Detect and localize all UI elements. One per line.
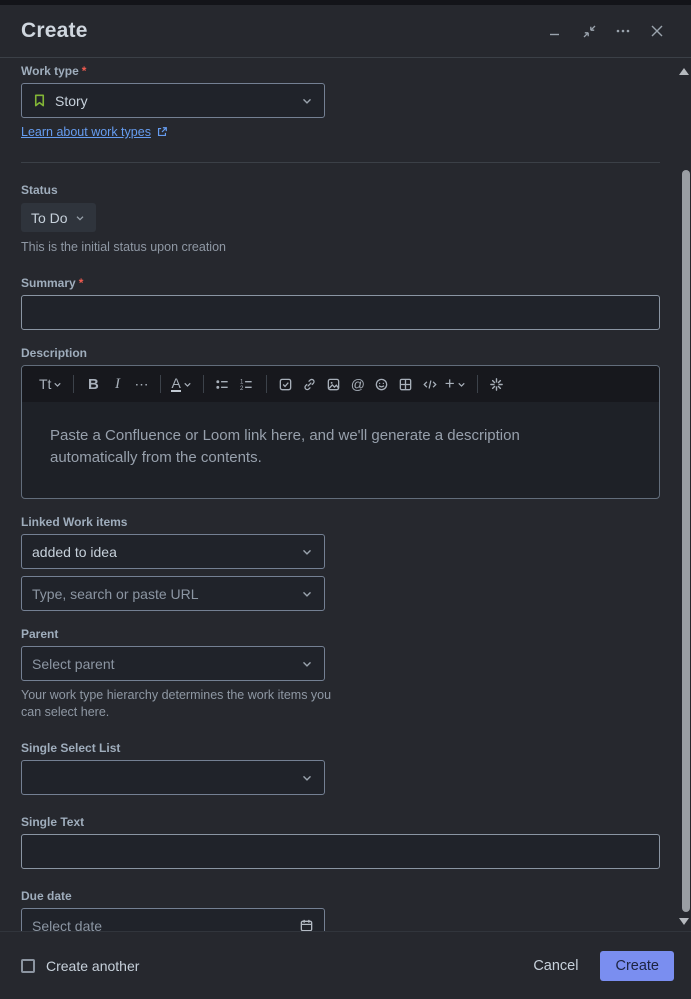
work-type-label: Work type * <box>21 64 87 78</box>
create-button[interactable]: Create <box>600 950 674 981</box>
image-icon <box>327 378 340 390</box>
status-helper-text: This is the initial status upon creation <box>21 240 226 254</box>
window-controls <box>543 19 669 43</box>
editor-toolbar: Tt B I ⋯ A 12 @ + <box>22 366 659 402</box>
dialog-footer: Create another Cancel Create <box>0 931 691 999</box>
chevron-down-icon <box>184 382 191 387</box>
minimize-icon <box>550 33 559 36</box>
svg-text:2: 2 <box>240 385 244 392</box>
status-select-button[interactable]: To Do <box>21 203 96 232</box>
table-icon <box>399 378 412 390</box>
status-value: To Do <box>31 209 68 226</box>
single-select-list-label: Single Select List <box>21 741 121 755</box>
chevron-down-icon <box>74 212 86 224</box>
external-link-icon <box>156 126 168 138</box>
due-date-label: Due date <box>21 889 72 903</box>
image-button[interactable] <box>322 371 346 397</box>
task-checkbox-icon <box>279 378 292 390</box>
summary-input[interactable] <box>21 295 660 330</box>
chevron-down-icon <box>300 587 314 601</box>
parent-select[interactable]: Select parent <box>21 646 325 681</box>
text-styles-button[interactable]: Tt <box>36 371 66 397</box>
code-icon <box>423 379 437 389</box>
chevron-down-icon <box>458 382 465 387</box>
link-type-select[interactable]: added to idea <box>21 534 325 569</box>
create-another-label: Create another <box>46 957 140 974</box>
numbered-list-icon: 12 <box>240 378 252 392</box>
close-button[interactable] <box>645 19 669 43</box>
more-options-button[interactable] <box>611 19 635 43</box>
insert-button[interactable]: + <box>442 371 470 397</box>
create-another-option[interactable]: Create another <box>21 958 139 974</box>
required-asterisk: * <box>81 64 87 78</box>
parent-placeholder: Select parent <box>32 655 115 672</box>
linked-work-items-label: Linked Work items <box>21 515 128 529</box>
table-button[interactable] <box>394 371 418 397</box>
learn-work-types-link[interactable]: Learn about work types <box>21 125 151 139</box>
linked-item-search-placeholder: Type, search or paste URL <box>32 585 199 602</box>
chevron-down-icon <box>300 657 314 671</box>
due-date-placeholder: Select date <box>32 917 103 932</box>
link-icon <box>304 378 315 390</box>
code-button[interactable] <box>418 371 442 397</box>
work-type-value: Story <box>55 92 88 109</box>
scrollbar-thumb[interactable] <box>682 170 690 912</box>
exit-fullscreen-icon <box>583 25 595 37</box>
linked-item-search-select[interactable]: Type, search or paste URL <box>21 576 325 611</box>
single-text-label: Single Text <box>21 815 85 829</box>
close-icon <box>651 25 663 37</box>
due-date-input[interactable]: Select date <box>21 908 325 931</box>
cancel-button[interactable]: Cancel <box>521 952 590 980</box>
emoji-button[interactable] <box>370 371 394 397</box>
toolbar-divider <box>476 375 478 393</box>
section-divider <box>21 162 660 163</box>
scrollbar-down-arrow[interactable] <box>679 918 689 925</box>
chevron-down-icon <box>300 94 314 108</box>
calendar-icon <box>299 918 314 931</box>
chevron-down-icon <box>54 382 62 387</box>
parent-label: Parent <box>21 627 59 641</box>
chevron-down-icon <box>300 545 314 559</box>
form-scroll-area: Work type * Story Learn about work types… <box>0 57 691 931</box>
link-type-value: added to idea <box>32 543 117 560</box>
task-list-button[interactable] <box>274 371 298 397</box>
text-color-button[interactable]: A <box>168 371 195 397</box>
single-select-list-select[interactable] <box>21 760 325 795</box>
single-text-input[interactable] <box>21 834 660 869</box>
story-bookmark-icon <box>34 94 45 107</box>
work-type-select[interactable]: Story <box>21 83 325 118</box>
chevron-down-icon <box>300 771 314 785</box>
create-another-checkbox[interactable] <box>21 958 35 973</box>
dialog-title: Create <box>21 19 88 42</box>
numbered-list-button[interactable]: 12 <box>235 371 259 397</box>
summary-label: Summary * <box>21 276 84 290</box>
parent-helper-text: Your work type hierarchy determines the … <box>21 688 332 719</box>
ai-sparkle-icon <box>490 377 504 391</box>
minimize-button[interactable] <box>543 19 567 43</box>
description-label: Description <box>21 346 88 360</box>
more-options-icon <box>616 29 630 33</box>
description-editor: Tt B I ⋯ A 12 @ + Paste a Confluence or … <box>21 365 660 499</box>
more-formatting-button[interactable]: ⋯ <box>129 371 153 397</box>
exit-fullscreen-button[interactable] <box>577 19 601 43</box>
scrollbar-up-arrow[interactable] <box>679 68 689 75</box>
required-asterisk: * <box>78 276 84 290</box>
toolbar-divider <box>73 375 75 393</box>
emoji-icon <box>375 378 388 390</box>
bullet-list-icon <box>216 379 228 389</box>
toolbar-divider <box>160 375 162 393</box>
bullet-list-button[interactable] <box>211 371 235 397</box>
toolbar-divider <box>202 375 204 393</box>
description-textarea[interactable]: Paste a Confluence or Loom link here, an… <box>22 402 659 498</box>
ai-button[interactable] <box>485 371 509 397</box>
description-placeholder: Paste a Confluence or Loom link here, an… <box>50 427 520 466</box>
bold-button[interactable]: B <box>81 371 105 397</box>
dialog-header: Create <box>0 5 691 57</box>
link-button[interactable] <box>298 371 322 397</box>
toolbar-divider <box>265 375 267 393</box>
mention-button[interactable]: @ <box>346 371 370 397</box>
status-label: Status <box>21 183 58 197</box>
italic-button[interactable]: I <box>105 371 129 397</box>
